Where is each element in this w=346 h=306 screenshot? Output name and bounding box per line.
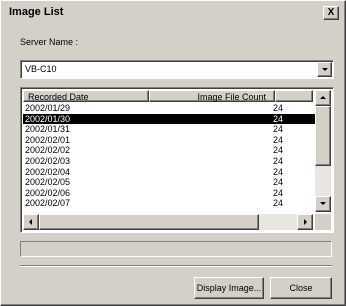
scroll-left-button[interactable] xyxy=(23,214,39,230)
recorded-date-cell: 2002/02/03 xyxy=(25,155,71,166)
display-image-button[interactable]: Display Image... xyxy=(194,277,264,299)
image-file-count-cell: 24 xyxy=(272,134,283,145)
close-icon: X xyxy=(327,7,335,18)
image-file-count-cell: 24 xyxy=(272,124,283,135)
recorded-date-cell: 2002/01/31 xyxy=(25,124,71,135)
column-header-recorded-date[interactable]: Recorded Date xyxy=(23,90,149,102)
chevron-down-icon xyxy=(322,68,328,71)
table-row[interactable]: 2002/02/06 24 xyxy=(23,188,316,199)
image-file-count-cell: 24 xyxy=(272,166,283,177)
vertical-scrollbar[interactable] xyxy=(315,90,331,212)
recorded-date-cell: 2002/02/05 xyxy=(25,177,71,188)
image-file-count-cell: 24 xyxy=(272,103,283,113)
server-name-label: Server Name : xyxy=(20,37,79,47)
scroll-right-button[interactable] xyxy=(297,214,313,230)
table-header: Recorded Date Image File Count xyxy=(23,90,313,102)
image-file-count-cell: 24 xyxy=(272,187,283,198)
window-title: Image List xyxy=(9,6,64,18)
table-row[interactable]: 2002/02/07 24 xyxy=(23,198,316,209)
close-window-button[interactable]: X xyxy=(323,6,339,20)
table-body: 2002/01/29 24 2002/01/30 24 2002/01/31 24 2002… xyxy=(23,103,316,209)
scrollbar-corner xyxy=(315,214,331,230)
arrow-down-icon xyxy=(320,202,326,205)
arrow-right-icon xyxy=(304,219,307,225)
scroll-down-button[interactable] xyxy=(315,196,331,212)
server-name-value: VB-C10 xyxy=(25,64,57,74)
vertical-scroll-thumb[interactable] xyxy=(315,106,331,166)
recorded-date-cell: 2002/02/02 xyxy=(25,145,71,156)
image-file-count-cell: 24 xyxy=(272,145,283,156)
table-row[interactable]: 2002/01/30 24 xyxy=(23,113,316,125)
horizontal-scrollbar[interactable] xyxy=(23,214,313,230)
recorded-date-cell: 2002/01/29 xyxy=(25,103,71,113)
table-row[interactable]: 2002/01/29 24 xyxy=(23,103,316,114)
table-row[interactable]: 2002/02/01 24 xyxy=(23,135,316,146)
recorded-date-cell: 2002/02/07 xyxy=(25,198,71,209)
table-row[interactable]: 2002/02/03 24 xyxy=(23,156,316,167)
image-file-count-cell: 24 xyxy=(272,198,283,209)
image-list-table[interactable]: Recorded Date Image File Count 2002/01/2… xyxy=(20,87,334,233)
recorded-date-cell: 2002/02/06 xyxy=(25,187,71,198)
table-row[interactable]: 2002/02/05 24 xyxy=(23,177,316,188)
arrow-up-icon xyxy=(320,96,326,99)
recorded-date-cell: 2002/02/04 xyxy=(25,166,71,177)
image-file-count-cell: 24 xyxy=(272,177,283,188)
progress-bar xyxy=(20,241,332,257)
horizontal-scroll-thumb[interactable] xyxy=(39,214,259,230)
image-file-count-cell: 24 xyxy=(272,155,283,166)
column-header-filler xyxy=(275,90,313,102)
arrow-left-icon xyxy=(29,219,32,225)
scroll-up-button[interactable] xyxy=(315,90,331,106)
title-bar[interactable]: Image List X xyxy=(4,4,342,22)
recorded-date-cell: 2002/01/30 xyxy=(25,113,71,124)
dropdown-button[interactable] xyxy=(317,62,332,77)
table-row[interactable]: 2002/02/04 24 xyxy=(23,167,316,178)
recorded-date-cell: 2002/02/01 xyxy=(25,134,71,145)
image-list-dialog: Image List X Server Name : VB-C10 Record… xyxy=(0,0,346,306)
table-row[interactable]: 2002/01/31 24 xyxy=(23,124,316,135)
close-button[interactable]: Close xyxy=(270,277,332,299)
separator xyxy=(20,265,332,267)
table-row[interactable]: 2002/02/02 24 xyxy=(23,145,316,156)
column-header-image-file-count[interactable]: Image File Count xyxy=(149,90,275,102)
server-name-dropdown[interactable]: VB-C10 xyxy=(20,60,334,79)
image-file-count-cell: 24 xyxy=(272,113,283,124)
